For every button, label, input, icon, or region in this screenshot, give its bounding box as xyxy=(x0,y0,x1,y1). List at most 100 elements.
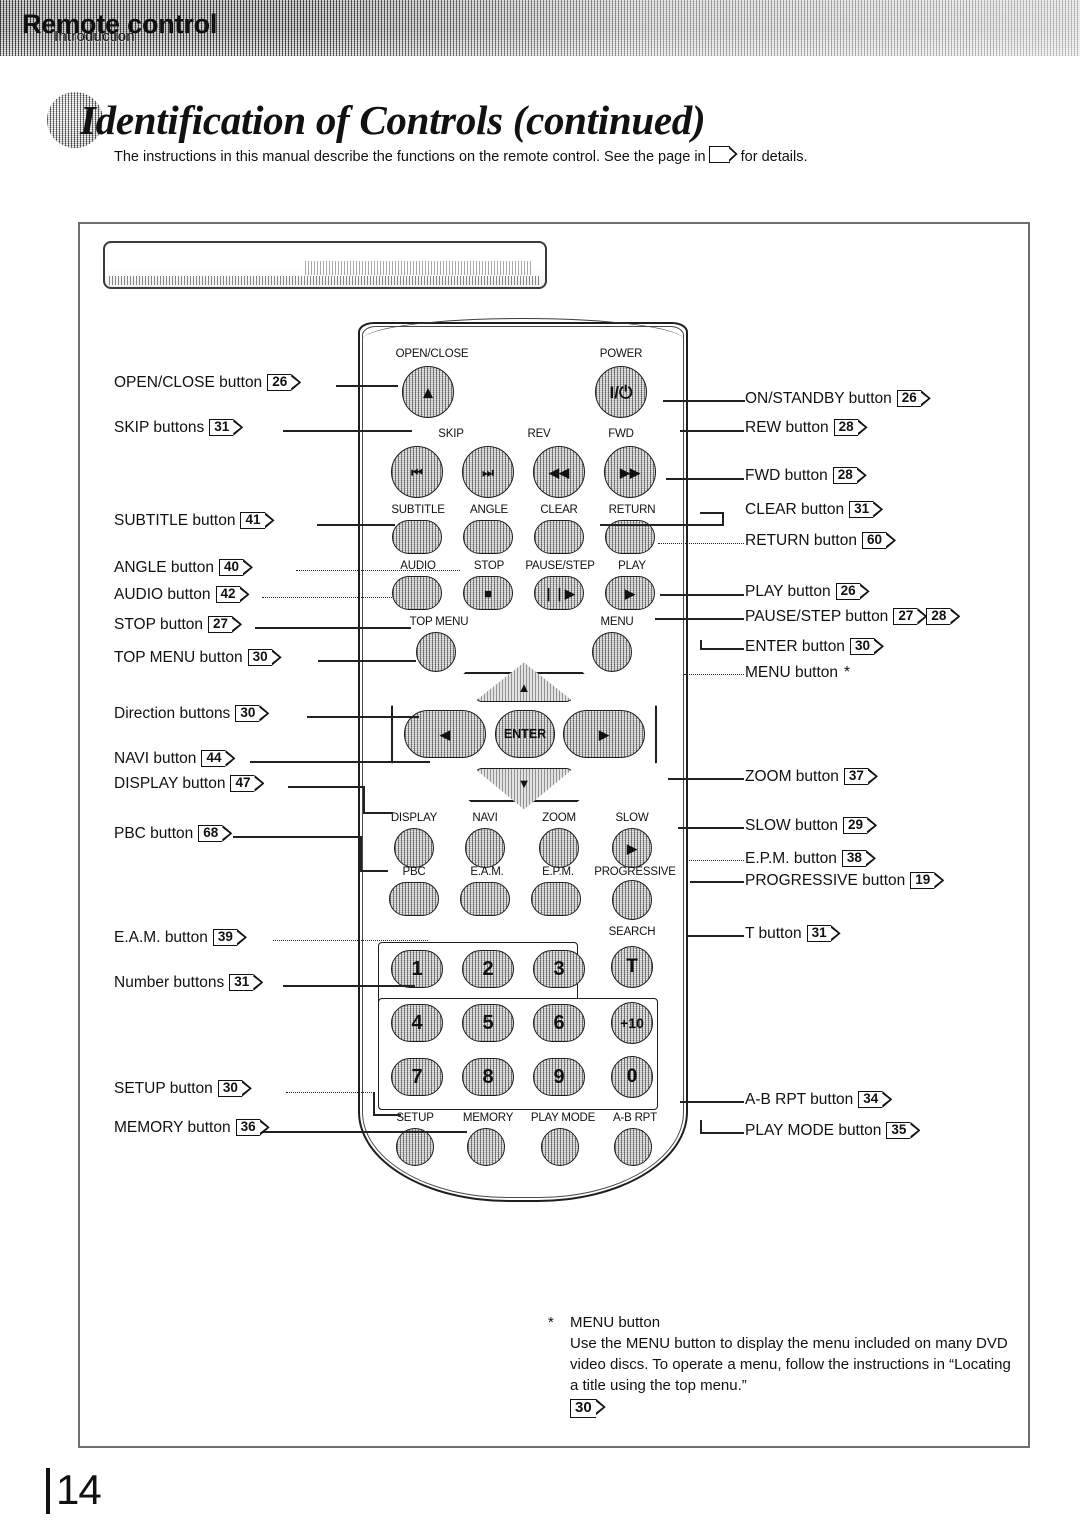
key-enter[interactable]: ENTER xyxy=(495,710,555,758)
key-skip-next[interactable]: ⏭ xyxy=(462,446,514,498)
callout-label-text: TOP MENU button xyxy=(114,649,243,666)
key-setup[interactable] xyxy=(396,1128,434,1166)
play-icon: ▶ xyxy=(625,585,635,601)
key-number-0[interactable]: 0 xyxy=(611,1056,653,1098)
callout-label-text: ANGLE button xyxy=(114,559,214,576)
page-ref-chip[interactable]: 26 xyxy=(267,374,292,392)
leader-line-direction xyxy=(307,716,419,718)
page-ref-chip[interactable]: 27 xyxy=(208,616,233,634)
leader-line-navi xyxy=(250,761,430,763)
page-ref-chip[interactable]: 30 xyxy=(235,705,260,723)
key-eam[interactable] xyxy=(460,882,510,916)
key-slow[interactable]: ▶ xyxy=(612,828,652,868)
page-ref-chip[interactable]: 19 xyxy=(910,872,935,890)
key-search-t[interactable]: T xyxy=(611,946,653,988)
page-ref-chip[interactable]: 31 xyxy=(849,501,874,519)
callout-label-text: RETURN button xyxy=(745,532,857,549)
key-display[interactable] xyxy=(394,828,434,868)
key-plus-ten[interactable]: +10 xyxy=(611,1002,653,1044)
callout-label-text: FWD button xyxy=(745,467,828,484)
leader-line-rew xyxy=(680,430,744,432)
page-ref-chip[interactable]: 27 xyxy=(893,608,918,626)
page-ref-chip[interactable]: 44 xyxy=(201,750,226,768)
keycap-label-play: PLAY xyxy=(618,560,646,572)
leader-line-progressive xyxy=(690,881,744,883)
key-number-7[interactable]: 7 xyxy=(391,1058,443,1096)
page-ref-chip[interactable]: 37 xyxy=(843,768,868,786)
page-ref-chip[interactable]: 29 xyxy=(843,817,868,835)
footnote-page-ref-chip[interactable]: 30 xyxy=(570,1399,596,1419)
key-number-9-label: 9 xyxy=(553,1065,565,1088)
page-ref-chip[interactable]: 35 xyxy=(886,1122,911,1140)
page-ref-chip[interactable]: 31 xyxy=(209,419,234,437)
key-subtitle[interactable] xyxy=(392,520,442,554)
key-audio[interactable] xyxy=(392,576,442,610)
callout-return-button: RETURN button 60 xyxy=(745,532,899,550)
callout-rew-button: REW button 28 xyxy=(745,419,871,437)
key-number-3[interactable]: 3 xyxy=(533,950,585,988)
page-ref-chip[interactable]: 68 xyxy=(198,825,223,843)
page-ref-chip[interactable]: 60 xyxy=(861,532,887,550)
slow-play-icon: ▶ xyxy=(627,840,637,856)
callout-top-menu-button: TOP MENU button 30 xyxy=(114,649,285,667)
key-clear[interactable] xyxy=(534,520,584,554)
key-direction-right[interactable]: ▶ xyxy=(563,710,645,758)
page-ref-chip[interactable]: 41 xyxy=(240,512,265,530)
page-ref-chip[interactable]: 39 xyxy=(212,929,237,947)
page-ref-chip[interactable]: 28 xyxy=(833,419,858,437)
callout-fwd-button: FWD button 28 xyxy=(745,467,870,485)
callout-label-text: AUDIO button xyxy=(114,586,211,603)
keycap-label-angle: ANGLE xyxy=(470,504,508,516)
key-play[interactable]: ▶ xyxy=(605,576,655,610)
key-angle[interactable] xyxy=(463,520,513,554)
page-ref-chip[interactable]: 30 xyxy=(849,638,874,656)
page-ref-chip[interactable]: 47 xyxy=(230,775,255,793)
callout-label-text: SETUP button xyxy=(114,1080,213,1097)
key-stop[interactable]: ■ xyxy=(463,576,513,610)
page-ref-chip[interactable]: 30 xyxy=(247,649,272,667)
key-number-9[interactable]: 9 xyxy=(533,1058,585,1096)
key-rew[interactable]: ◀◀ xyxy=(533,446,585,498)
key-zoom[interactable] xyxy=(539,828,579,868)
page-title: Identification of Controls (continued) xyxy=(80,97,706,143)
page-ref-chip[interactable]: 30 xyxy=(217,1080,242,1098)
page-ref-chip[interactable]: 31 xyxy=(229,974,254,992)
leader-line-display-c xyxy=(363,812,393,814)
key-skip-previous[interactable]: ⏮ xyxy=(391,446,443,498)
key-epm[interactable] xyxy=(531,882,581,916)
page-ref-chip-secondary[interactable]: 28 xyxy=(926,608,951,626)
key-menu[interactable] xyxy=(592,632,632,672)
page-ref-chip[interactable]: 26 xyxy=(835,583,860,601)
page-ref-chip[interactable]: 26 xyxy=(896,390,921,408)
key-navi[interactable] xyxy=(465,828,505,868)
leader-line-on-standby xyxy=(663,400,745,402)
page-ref-chip[interactable]: 42 xyxy=(215,586,240,604)
key-fwd[interactable]: ▶▶ xyxy=(604,446,656,498)
key-pause-step[interactable]: ❘❘▶ xyxy=(534,576,584,610)
keycap-label-stop: STOP xyxy=(473,560,505,572)
key-number-1[interactable]: 1 xyxy=(391,950,443,988)
key-ab-rpt[interactable] xyxy=(614,1128,652,1166)
keycap-label-fwd: FWD xyxy=(608,428,634,440)
key-number-4[interactable]: 4 xyxy=(391,1004,443,1042)
keycap-label-clear: CLEAR xyxy=(540,504,578,516)
callout-play-mode-button: PLAY MODE button 35 xyxy=(745,1122,923,1140)
key-number-2[interactable]: 2 xyxy=(462,950,514,988)
page-ref-chip[interactable]: 28 xyxy=(832,467,857,485)
page-ref-chip[interactable]: 36 xyxy=(235,1119,260,1137)
callout-angle-button: ANGLE button 40 xyxy=(114,559,256,577)
key-number-6[interactable]: 6 xyxy=(533,1004,585,1042)
key-pbc[interactable] xyxy=(389,882,439,916)
key-top-menu[interactable] xyxy=(416,632,456,672)
key-power[interactable]: I/⏻ xyxy=(595,366,647,418)
key-play-mode[interactable] xyxy=(541,1128,579,1166)
key-progressive[interactable] xyxy=(612,880,652,920)
page-ref-chip[interactable]: 40 xyxy=(218,559,243,577)
page-ref-chip[interactable]: 34 xyxy=(858,1091,883,1109)
key-open-close[interactable]: ▲ xyxy=(402,366,454,418)
key-number-5[interactable]: 5 xyxy=(462,1004,514,1042)
key-memory[interactable] xyxy=(467,1128,505,1166)
key-number-8[interactable]: 8 xyxy=(462,1058,514,1096)
page-ref-chip[interactable]: 38 xyxy=(841,850,866,868)
page-ref-chip[interactable]: 31 xyxy=(806,925,831,943)
